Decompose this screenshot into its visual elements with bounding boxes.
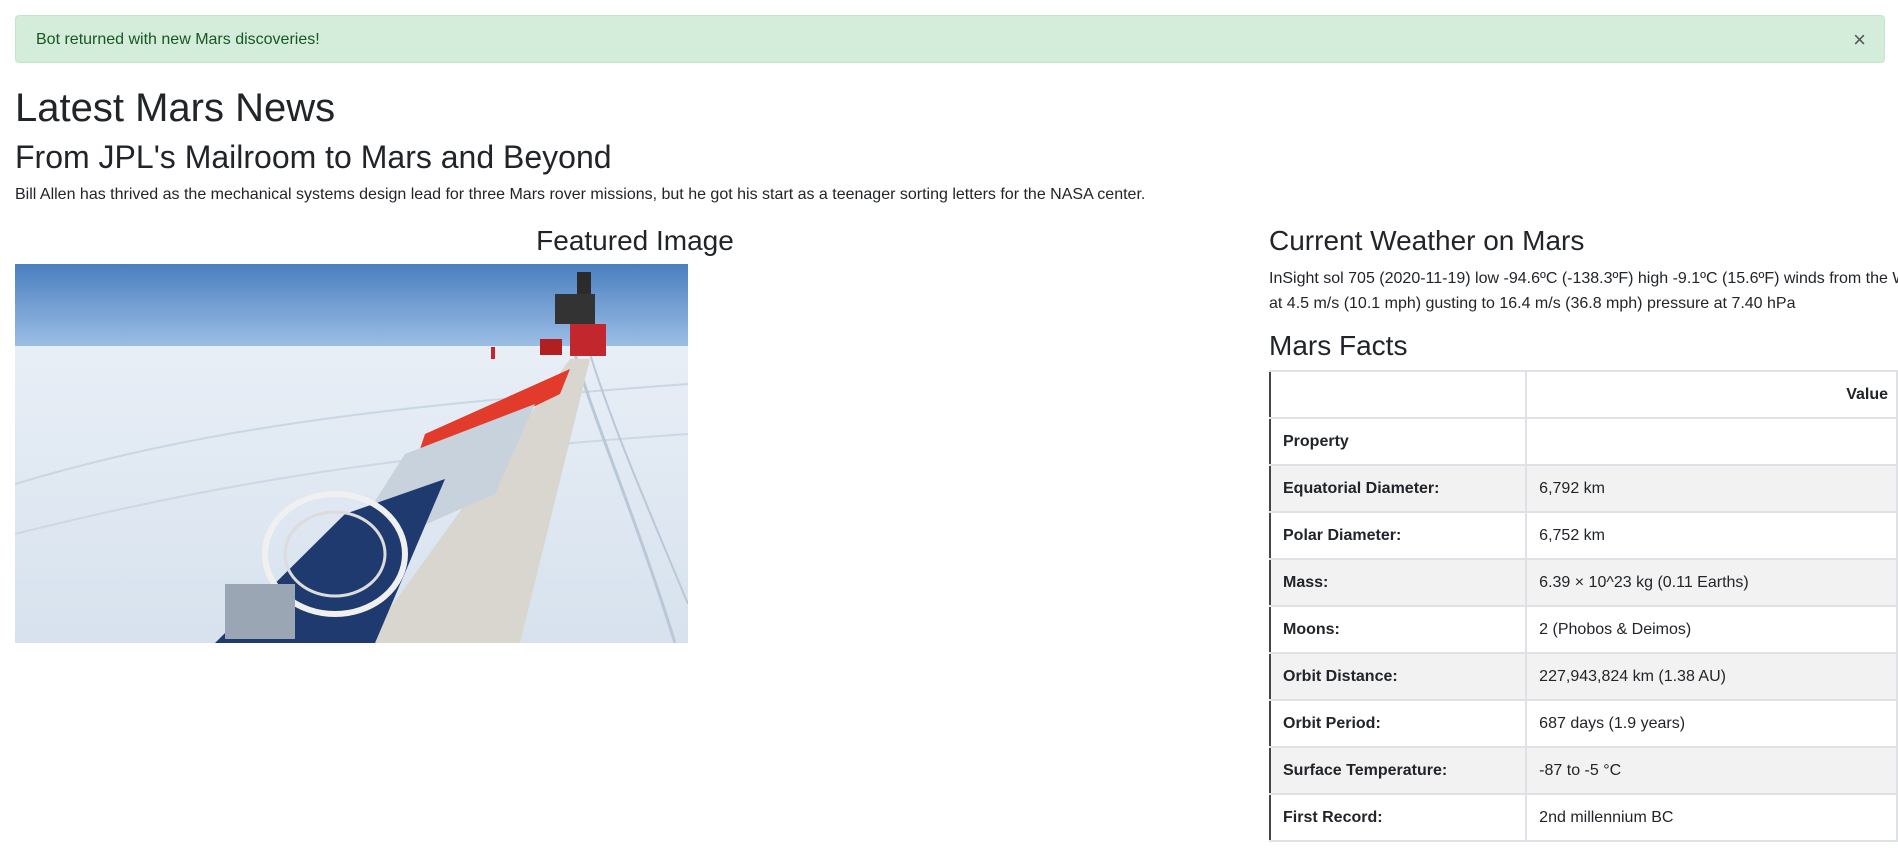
mars-facts-table: Value Property Equatorial Diameter: 6,79…	[1268, 370, 1898, 842]
table-row: First Record: 2nd millennium BC	[1268, 793, 1898, 842]
article-title: From JPL's Mailroom to Mars and Beyond	[15, 139, 612, 175]
table-row: Equatorial Diameter: 6,792 km	[1268, 464, 1898, 513]
table-header-row: Value	[1268, 370, 1898, 419]
table-row: Polar Diameter: 6,752 km	[1268, 511, 1898, 560]
weather-line-2: at 4.5 m/s (10.1 mph) gusting to 16.4 m/…	[1269, 295, 1796, 312]
table-row: Orbit Distance: 227,943,824 km (1.38 AU)	[1268, 652, 1898, 701]
article-teaser: Bill Allen has thrived as the mechanical…	[15, 186, 1146, 203]
weather-report: InSight sol 705 (2020-11-19) low -94.6ºC…	[1269, 266, 1898, 316]
fact-value: 6,792 km	[1525, 464, 1898, 513]
table-row: Mass: 6.39 × 10^23 kg (0.11 Earths)	[1268, 558, 1898, 607]
header-property: Property	[1268, 417, 1528, 466]
fact-property: First Record:	[1268, 793, 1528, 842]
weather-line-1: InSight sol 705 (2020-11-19) low -94.6ºC…	[1269, 270, 1898, 287]
fact-value: 227,943,824 km (1.38 AU)	[1525, 652, 1898, 701]
header-blank	[1525, 417, 1898, 466]
fact-property: Surface Temperature:	[1268, 746, 1528, 795]
featured-image	[15, 264, 688, 643]
featured-image-heading: Featured Image	[536, 225, 734, 256]
alert-message: Bot returned with new Mars discoveries!	[36, 31, 320, 48]
fact-value: 2nd millennium BC	[1525, 793, 1898, 842]
fact-property: Polar Diameter:	[1268, 511, 1528, 560]
table-row: Moons: 2 (Phobos & Deimos)	[1268, 605, 1898, 654]
header-empty-cell	[1268, 370, 1528, 419]
fact-property: Orbit Period:	[1268, 699, 1528, 748]
facts-heading: Mars Facts	[1269, 330, 1408, 361]
fact-value: 6,752 km	[1525, 511, 1898, 560]
news-section-title: Latest Mars News	[15, 86, 336, 130]
weather-heading: Current Weather on Mars	[1269, 225, 1585, 256]
fact-value: 687 days (1.9 years)	[1525, 699, 1898, 748]
fact-property: Orbit Distance:	[1268, 652, 1528, 701]
table-row: Surface Temperature: -87 to -5 °C	[1268, 746, 1898, 795]
fact-value: -87 to -5 °C	[1525, 746, 1898, 795]
fact-property: Moons:	[1268, 605, 1528, 654]
close-icon[interactable]: ×	[1853, 16, 1866, 64]
success-alert: Bot returned with new Mars discoveries! …	[15, 15, 1885, 63]
fact-value: 2 (Phobos & Deimos)	[1525, 605, 1898, 654]
table-subheader-row: Property	[1268, 417, 1898, 466]
fact-property: Equatorial Diameter:	[1268, 464, 1528, 513]
header-value: Value	[1525, 370, 1898, 419]
fact-property: Mass:	[1268, 558, 1528, 607]
fact-value: 6.39 × 10^23 kg (0.11 Earths)	[1525, 558, 1898, 607]
table-row: Orbit Period: 687 days (1.9 years)	[1268, 699, 1898, 748]
